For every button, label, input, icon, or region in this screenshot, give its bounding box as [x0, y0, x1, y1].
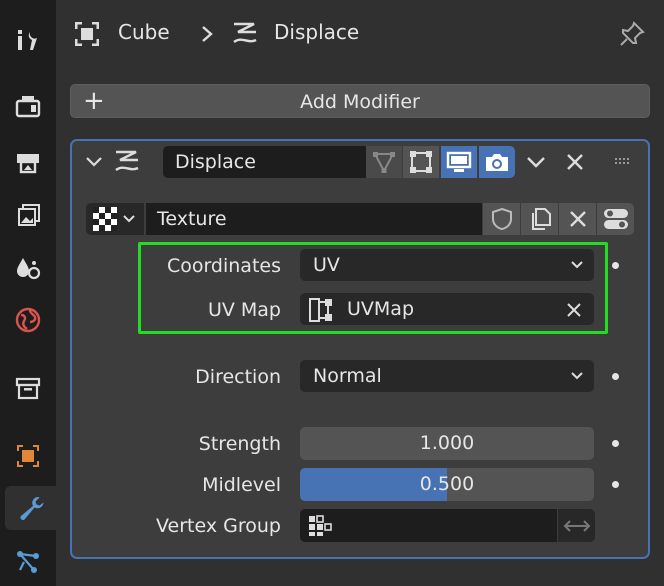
camera-icon [486, 154, 508, 171]
close-icon[interactable] [565, 152, 585, 172]
dropdown-chevron-icon[interactable] [525, 152, 547, 172]
midlevel-slider[interactable]: 0.500 [300, 468, 594, 501]
close-icon [569, 211, 586, 227]
particles-icon[interactable] [5, 540, 51, 584]
monitor-icon [446, 151, 472, 172]
collection-icon[interactable] [5, 366, 51, 410]
highlight-box [138, 242, 608, 334]
vertex-group-icon [309, 515, 332, 536]
world-icon[interactable] [5, 298, 51, 342]
fake-user-button[interactable] [483, 203, 520, 235]
texture-browse-button[interactable] [86, 203, 144, 235]
animate-property-dot[interactable] [612, 440, 619, 447]
toggle-icon [603, 209, 628, 229]
pin-icon[interactable] [618, 20, 646, 48]
edit-mode-icon [410, 151, 432, 173]
chevron-right-icon [202, 26, 213, 42]
breadcrumb-object: Cube [118, 20, 170, 44]
render-toggle[interactable] [479, 146, 515, 178]
strength-slider[interactable]: 1.000 [300, 427, 594, 460]
vertex-group-label: Vertex Group [156, 515, 281, 537]
breadcrumb-modifier: Displace [274, 20, 360, 44]
chevron-down-icon [571, 372, 583, 380]
duplicate-icon [531, 208, 551, 230]
invert-vertex-group-button[interactable] [558, 509, 595, 542]
unlink-texture-button[interactable] [559, 203, 596, 235]
midlevel-label: Midlevel [202, 474, 281, 496]
modifier-icon[interactable] [5, 486, 56, 530]
edit-cage-toggle[interactable] [366, 146, 402, 178]
object-icon [75, 22, 99, 46]
texture-name-field[interactable]: Texture [146, 203, 482, 235]
invert-arrows-icon [563, 519, 590, 532]
duplicate-texture-button[interactable] [521, 203, 558, 235]
strength-label: Strength [198, 433, 281, 455]
realtime-display-toggle[interactable] [441, 146, 477, 178]
displace-modifier-icon [115, 150, 139, 172]
modifier-name-field[interactable]: Displace [163, 146, 367, 178]
animate-property-dot[interactable] [612, 481, 619, 488]
vertex-triangle-icon [373, 152, 395, 174]
properties-tab-bar [0, 0, 56, 586]
object-icon[interactable] [5, 434, 51, 478]
direction-dropdown[interactable]: Normal [300, 360, 594, 392]
displace-modifier-icon [233, 22, 257, 44]
add-modifier-button[interactable]: + Add Modifier [70, 84, 650, 118]
edit-mode-toggle[interactable] [403, 146, 439, 178]
scene-icon[interactable] [5, 246, 51, 290]
tool-icon[interactable] [5, 18, 51, 62]
chevron-down-icon [123, 215, 135, 223]
texture-properties-button[interactable] [597, 203, 634, 235]
animate-property-dot[interactable] [612, 262, 619, 269]
output-icon[interactable] [5, 140, 51, 184]
shield-icon [491, 207, 512, 231]
animate-property-dot[interactable] [612, 373, 619, 380]
view-layer-icon[interactable] [5, 194, 51, 238]
breadcrumb: Cube Displace [56, 0, 664, 66]
direction-label: Direction [195, 366, 281, 388]
drag-handle-icon[interactable] [614, 157, 632, 167]
vertex-group-field[interactable] [300, 509, 557, 542]
checker-texture-icon [93, 207, 117, 231]
render-icon[interactable] [5, 84, 51, 128]
collapse-chevron-icon[interactable] [84, 152, 104, 172]
